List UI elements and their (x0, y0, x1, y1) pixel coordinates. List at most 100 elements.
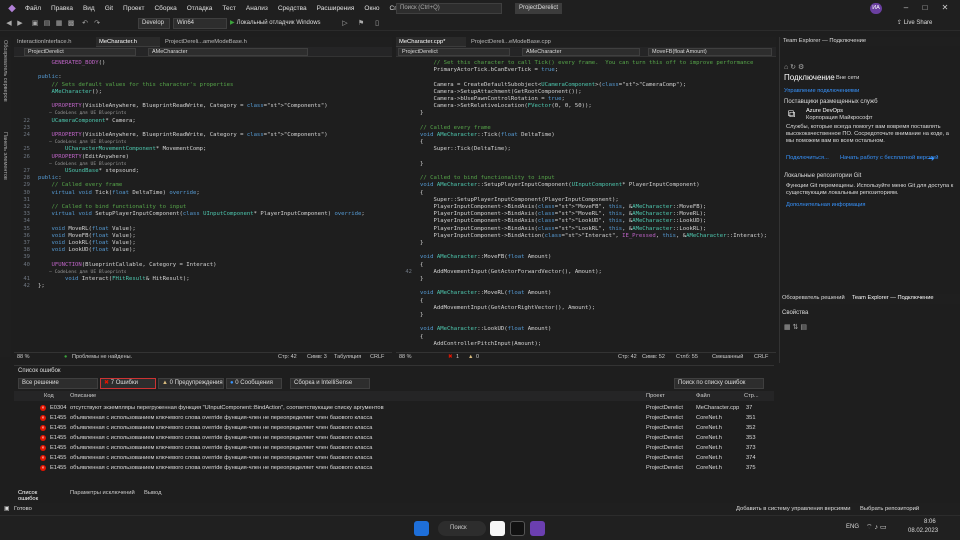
network-icon[interactable]: ⌔ ♪ ▭ (866, 523, 887, 532)
redo-icon[interactable]: ↷ (92, 18, 102, 29)
code-line[interactable]: Camera->SetRelativeLocation(FVector(0, 0… (420, 103, 591, 110)
right-error-count[interactable]: 1 (456, 353, 459, 362)
code-line[interactable]: void MoveFB(float Value); (38, 233, 135, 240)
input-language[interactable]: ENG (846, 524, 859, 530)
left-zoom[interactable]: 88 % (17, 353, 30, 362)
code-line[interactable]: Camera->SetupAttachment(GetRootComponent… (420, 89, 581, 96)
yandex-icon[interactable] (490, 521, 505, 536)
menu-view[interactable]: Вид (78, 5, 100, 12)
right-zoom[interactable]: 88 % (399, 353, 412, 362)
code-line[interactable]: void AMeCharacter::LookUD(float Amount) (420, 326, 551, 333)
clock-time[interactable]: 8:06 (924, 519, 936, 525)
code-line[interactable]: AMeCharacter(); (38, 89, 102, 96)
add-scm-button[interactable]: Добавить в систему управления версиями (736, 503, 851, 515)
close-icon[interactable]: ✕ (938, 2, 952, 14)
code-line[interactable]: } (420, 110, 423, 117)
table-row[interactable]: × E1455 объявленная с использованием ключе… (14, 463, 774, 473)
tab-exception-settings[interactable]: Параметры исключений (70, 490, 135, 496)
connect-link[interactable]: Подключиться... (786, 155, 829, 161)
col-line[interactable]: Стр... (744, 391, 759, 401)
left-code-editor[interactable]: GENERATED_BODY() public: // Sets default … (14, 58, 392, 350)
right-mode[interactable]: Смешанный (712, 353, 743, 362)
code-line[interactable]: void AMeCharacter::Tick(float DeltaTime) (420, 132, 555, 139)
fire-icon[interactable]: ⚑ (356, 18, 366, 29)
table-row[interactable]: × E1455 объявленная с использованием ключе… (14, 433, 774, 443)
code-line[interactable]: // Called to bind functionality to input (38, 204, 186, 211)
left-class-combo[interactable]: AMeCharacter (148, 48, 308, 56)
code-line[interactable]: Super::Tick(DeltaTime); (420, 146, 510, 153)
code-line[interactable]: void AMeCharacter::MoveFB(float Amount) (420, 254, 551, 261)
code-line[interactable]: GENERATED_BODY() (38, 60, 105, 67)
more-info-link[interactable]: Дополнительная информация (786, 202, 866, 208)
tab-solution-explorer[interactable]: Обозреватель решений (782, 295, 845, 302)
code-line[interactable]: UFUNCTION(BlueprintCallable, Category = … (38, 262, 216, 269)
col-project[interactable]: Проект (646, 391, 665, 401)
code-line[interactable]: Super::SetupPlayerInputComponent(PlayerI… (420, 197, 618, 204)
code-line[interactable]: { (420, 190, 423, 197)
config-select[interactable]: Develop (138, 18, 170, 29)
right-code-editor[interactable]: // Set this character to call Tick() eve… (396, 58, 776, 350)
code-line[interactable]: public: (38, 74, 62, 81)
code-line[interactable]: UCharacterMovementComponent* MovementCom… (38, 146, 206, 153)
table-row[interactable]: × E1455 объявленная с использованием ключе… (14, 443, 774, 453)
table-row[interactable]: × E1455 объявленная с использованием ключе… (14, 453, 774, 463)
save-icon[interactable]: ▦ (54, 18, 64, 29)
tab-gamemodebase-h[interactable]: ProjectDereli...ameModeBase.h (162, 37, 262, 47)
menu-window[interactable]: Окно (359, 5, 384, 12)
col-description[interactable]: Описание (70, 391, 96, 401)
code-line[interactable]: void MoveRL(float Value); (38, 226, 135, 233)
warnings-filter-button[interactable]: ▲ 0 Предупреждения (158, 378, 224, 389)
right-method-combo[interactable]: MoveFB(float Amount) (648, 48, 772, 56)
code-line[interactable]: }; (38, 283, 45, 290)
code-line[interactable]: PrimaryActorTick.bCanEverTick = true; (420, 67, 558, 74)
search-input[interactable]: Поиск (Ctrl+Q) (396, 3, 502, 14)
start-free-link[interactable]: Начать работу с бесплатной версией (840, 155, 938, 161)
scope-select[interactable]: Все решение (18, 378, 98, 389)
maximize-icon[interactable]: □ (918, 2, 932, 14)
menu-debug[interactable]: Отладка (182, 5, 218, 12)
code-line[interactable]: UPROPERTY(VisibleAnywhere, BlueprintRead… (38, 103, 327, 110)
code-line[interactable]: ⁠— CodeLens для UE Blueprints (38, 269, 126, 276)
avatar[interactable]: ИА (870, 3, 882, 14)
tab-mecharacter-cpp[interactable]: MeCharacter.cpp* (396, 37, 466, 47)
col-file[interactable]: Файл (696, 391, 710, 401)
code-line[interactable]: // Set this character to call Tick() eve… (420, 60, 753, 67)
code-line[interactable]: AddMovementInput(GetActorForwardVector()… (420, 269, 601, 276)
menu-analyze[interactable]: Анализ (241, 5, 273, 12)
open-folder-icon[interactable]: ▤ (42, 18, 52, 29)
code-line[interactable]: UPROPERTY(EditAnywhere) (38, 154, 128, 161)
new-file-icon[interactable]: ▣ (30, 18, 40, 29)
code-line[interactable]: PlayerInputComponent->BindAxis(class="st… (420, 211, 706, 218)
left-project-combo[interactable]: ProjectDerelict (24, 48, 136, 56)
attach-icon[interactable]: ▷ (340, 18, 350, 29)
left-tab-mode[interactable]: Табуляция (334, 353, 361, 362)
platform-select[interactable]: Win64 (173, 18, 227, 29)
build-filter-select[interactable]: Сборка и IntelliSense (290, 378, 370, 389)
code-line[interactable]: PlayerInputComponent->BindAxis(class="st… (420, 204, 706, 211)
code-line[interactable]: ⁠— CodeLens для UE Blueprints (38, 161, 126, 168)
tab-team-explorer[interactable]: Team Explorer — Подключение (852, 295, 934, 302)
left-problems[interactable]: Проблемы не найдены. (72, 353, 132, 362)
menu-git[interactable]: Git (100, 5, 118, 12)
code-line[interactable]: PlayerInputComponent->BindAction(class="… (420, 233, 766, 240)
menu-tools[interactable]: Средства (273, 5, 312, 12)
tab-output[interactable]: Вывод (144, 490, 162, 496)
code-line[interactable]: // Called every frame (38, 182, 122, 189)
menu-edit[interactable]: Правка (46, 5, 78, 12)
table-row[interactable]: × E0304 отсутствуют экземпляры перегруженн… (14, 403, 774, 413)
code-line[interactable]: Camera = CreateDefaultSubobject<UCameraC… (420, 82, 686, 89)
tab-gamemodebase-cpp[interactable]: ProjectDereli...eModeBase.cpp (468, 37, 568, 47)
table-row[interactable]: × E1455 объявленная с использованием ключе… (14, 413, 774, 423)
select-repo-button[interactable]: Выбрать репозиторий (860, 503, 919, 515)
back-icon[interactable]: ◀ (4, 18, 14, 29)
code-line[interactable]: USoundBase* stepsound; (38, 168, 139, 175)
live-share-button[interactable]: ⇪ Live Share (897, 18, 932, 29)
left-eol[interactable]: CRLF (370, 353, 384, 362)
table-row[interactable]: × E1455 объявленная с использованием ключе… (14, 423, 774, 433)
code-line[interactable]: } (420, 276, 423, 283)
tab-error-list[interactable]: Список ошибок (18, 490, 38, 502)
code-line[interactable]: UCameraComponent* Camera; (38, 118, 135, 125)
errors-filter-button[interactable]: ✖ 7 Ошибки (100, 378, 156, 389)
code-line[interactable]: PlayerInputComponent->BindAxis(class="st… (420, 226, 706, 233)
clock-date[interactable]: 08.02.2023 (908, 528, 938, 534)
